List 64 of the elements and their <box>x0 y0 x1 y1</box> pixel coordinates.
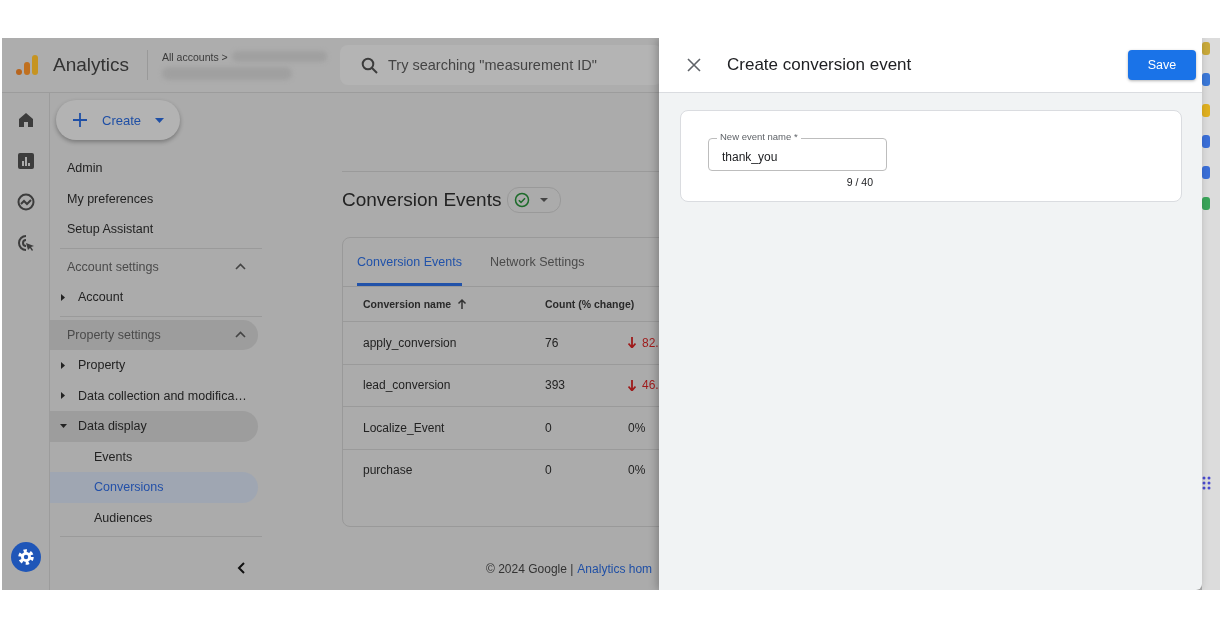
triangle-icon <box>60 293 67 301</box>
table-cell: 82. <box>628 335 659 350</box>
nav-item[interactable]: Data display <box>50 411 258 442</box>
character-counter: 9 / 40 <box>845 176 874 188</box>
panel-title: Create conversion event <box>727 55 913 75</box>
trend-circle-icon[interactable] <box>16 193 35 211</box>
table-cell-text: 393 <box>545 378 567 393</box>
settings-icon[interactable] <box>10 542 41 572</box>
chevron-icon <box>235 263 246 271</box>
bar-chart-icon[interactable] <box>16 152 35 170</box>
nav-item[interactable]: Data collection and modifica… <box>50 380 272 411</box>
nav-link[interactable]: Admin <box>50 153 272 184</box>
status-chip[interactable] <box>507 187 562 213</box>
table-cell: 0% <box>628 420 646 435</box>
caret-icon <box>155 117 165 123</box>
tab[interactable]: Network Settings <box>489 238 585 286</box>
table-cell-text: Localize_Event <box>362 420 446 435</box>
analytics-logo <box>16 55 38 75</box>
chevron-left-icon[interactable] <box>237 562 246 574</box>
table-cell-text: 0 <box>545 420 553 435</box>
product-name: Analytics <box>53 54 130 76</box>
sort-arrow-icon <box>457 298 468 310</box>
search-icon <box>361 56 379 74</box>
close-button[interactable] <box>687 58 701 72</box>
plus-icon <box>72 112 88 128</box>
check-circle-icon <box>514 192 531 208</box>
analytics-home-link[interactable]: Analytics hom <box>577 562 653 576</box>
apps-grid-icon[interactable] <box>1202 476 1211 490</box>
nav-item[interactable]: Account <box>50 282 272 313</box>
table-cell-text: purchase <box>362 463 414 478</box>
table-cell-text: lead_conversion <box>362 378 452 393</box>
triangle-icon <box>60 361 67 369</box>
app-icon[interactable] <box>1202 166 1210 179</box>
triangle-icon <box>60 392 67 400</box>
column-header[interactable]: Conversion name <box>343 298 545 310</box>
nav-item[interactable]: Property <box>50 350 272 381</box>
arrow-down-icon <box>628 337 636 349</box>
nav-link[interactable]: Setup Assistant <box>50 214 272 245</box>
app-icon[interactable] <box>1202 135 1210 148</box>
save-button[interactable]: Save <box>1128 50 1196 80</box>
nav-link[interactable]: My preferences <box>50 183 272 214</box>
table-cell-text: 0 <box>545 463 553 478</box>
section-header[interactable]: Account settings <box>50 251 258 282</box>
triangle-icon <box>60 422 67 430</box>
home-icon[interactable] <box>16 111 35 129</box>
column-header[interactable]: Count (% change) <box>545 298 635 310</box>
nav-item[interactable]: Events <box>50 441 258 472</box>
section-header[interactable]: Property settings <box>50 319 258 350</box>
nav-item[interactable]: Audiences <box>50 502 258 533</box>
page-title: Conversion Events <box>342 189 502 211</box>
create-button[interactable]: Create <box>56 100 180 140</box>
caret-icon <box>540 198 549 202</box>
tab[interactable]: Conversion Events <box>357 238 462 286</box>
table-cell: 0% <box>628 463 646 478</box>
close-icon <box>687 58 701 72</box>
cursor-target-icon[interactable] <box>16 234 35 252</box>
app-icon[interactable] <box>1202 73 1210 86</box>
table-cell-text: apply_conversion <box>362 335 458 350</box>
breadcrumb-link[interactable]: All accounts > <box>162 50 228 63</box>
table-cell: 46. <box>628 378 659 393</box>
copyright-text: © 2024 Google | <box>486 562 574 576</box>
chevron-icon <box>235 331 246 339</box>
arrow-down-icon <box>628 379 636 391</box>
table-cell-text: 76 <box>545 335 560 350</box>
